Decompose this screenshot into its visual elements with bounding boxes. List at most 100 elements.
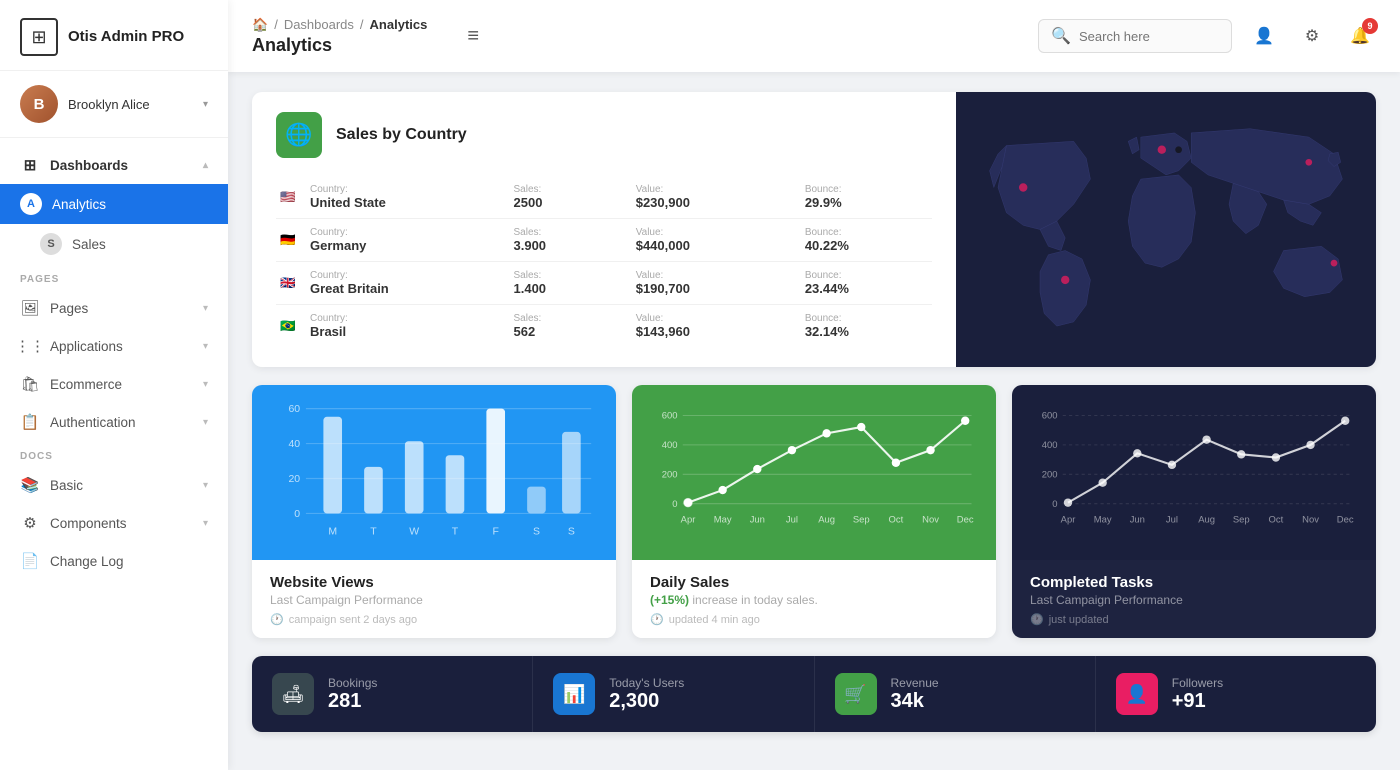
- website-views-chart: 60 40 20 0 M T: [252, 385, 616, 560]
- daily-sales-chart: 600 400 200 0: [632, 385, 996, 560]
- sidebar-item-analytics[interactable]: A Analytics: [0, 184, 228, 224]
- settings-icon[interactable]: ⚙: [1296, 20, 1328, 52]
- daily-sales-body: Daily Sales (+15%) increase in today sal…: [632, 560, 996, 638]
- basic-icon: 📚: [20, 475, 40, 495]
- breadcrumb-dashboards[interactable]: Dashboards: [284, 17, 354, 32]
- svg-text:Sep: Sep: [853, 515, 870, 526]
- completed-tasks-subtitle: Last Campaign Performance: [1030, 593, 1358, 607]
- world-map-area: [956, 92, 1376, 367]
- home-icon: 🏠: [252, 17, 268, 33]
- sidebar-item-pages[interactable]: 🖼 Pages ▾: [0, 289, 228, 327]
- completed-tasks-chart: 600 400 200 0: [1012, 385, 1376, 560]
- header: 🏠 / Dashboards / Analytics Analytics ≡ 🔍…: [228, 0, 1400, 72]
- completed-tasks-title: Completed Tasks: [1030, 574, 1358, 591]
- user-icon[interactable]: 👤: [1248, 20, 1280, 52]
- sidebar-item-basic[interactable]: 📚 Basic ▾: [0, 466, 228, 504]
- bookings-icon: 🛋: [272, 673, 314, 715]
- bookings-value: 281: [328, 690, 377, 713]
- search-input[interactable]: [1079, 29, 1219, 44]
- svg-text:May: May: [1094, 515, 1112, 526]
- sales-by-country-card: 🌐 Sales by Country 🇺🇸 Country: United St…: [252, 92, 1376, 367]
- bottom-stat-revenue: 🛒 Revenue 34k: [815, 656, 1096, 732]
- svg-text:Nov: Nov: [922, 515, 939, 526]
- sidebar-item-applications[interactable]: ⋮⋮ Applications ▾: [0, 327, 228, 365]
- flag-icon: 🇺🇸: [276, 176, 306, 219]
- chevron-down-icon: ▾: [203, 417, 208, 428]
- svg-text:Dec: Dec: [1337, 515, 1354, 526]
- svg-text:F: F: [493, 526, 499, 537]
- pages-section-label: PAGES: [0, 264, 228, 289]
- svg-text:S: S: [568, 526, 575, 537]
- bottom-stat-today_users: 📊 Today's Users 2,300: [533, 656, 814, 732]
- sidebar-item-components[interactable]: ⚙ Components ▾: [0, 504, 228, 542]
- svg-text:200: 200: [1042, 469, 1058, 480]
- flag-icon: 🇩🇪: [276, 219, 306, 262]
- svg-text:400: 400: [662, 440, 678, 451]
- logo-text: Otis Admin PRO: [68, 28, 184, 46]
- avatar: B: [20, 85, 58, 123]
- chevron-down-icon: ▾: [203, 379, 208, 390]
- sidebar-item-sales[interactable]: S Sales: [0, 224, 228, 264]
- hamburger-icon[interactable]: ≡: [467, 25, 479, 48]
- completed-tasks-body: Completed Tasks Last Campaign Performanc…: [1012, 560, 1376, 638]
- search-icon: 🔍: [1051, 26, 1071, 46]
- ecommerce-icon: 🛍: [20, 374, 40, 394]
- svg-text:200: 200: [662, 469, 678, 480]
- followers-value: +91: [1172, 690, 1223, 713]
- daily-sales-footer: 🕐 updated 4 min ago: [650, 613, 978, 626]
- chevron-down-icon: ▾: [203, 303, 208, 314]
- revenue-value: 34k: [891, 690, 939, 713]
- sidebar: ⊞ Otis Admin PRO B Brooklyn Alice ▾ ⊞ Da…: [0, 0, 228, 770]
- bookings-label: Bookings: [328, 676, 377, 690]
- sidebar-label-ecommerce: Ecommerce: [50, 377, 122, 392]
- components-icon: ⚙: [20, 513, 40, 533]
- flag-icon: 🇬🇧: [276, 262, 306, 305]
- table-row: 🇬🇧 Country: Great Britain Sales: 1.400 V…: [276, 262, 932, 305]
- sidebar-label-authentication: Authentication: [50, 415, 136, 430]
- completed-tasks-footer: 🕐 just updated: [1030, 613, 1358, 626]
- daily-sales-highlight: (+15%): [650, 593, 689, 607]
- svg-text:W: W: [409, 526, 419, 537]
- auth-icon: 📋: [20, 412, 40, 432]
- card-header: 🌐 Sales by Country: [276, 112, 932, 158]
- chevron-down-icon: ▾: [203, 480, 208, 491]
- svg-text:Nov: Nov: [1302, 515, 1319, 526]
- sidebar-label-sales: Sales: [72, 237, 106, 252]
- stats-row: 60 40 20 0 M T: [252, 385, 1376, 638]
- breadcrumb: 🏠 / Dashboards / Analytics: [252, 17, 427, 33]
- svg-text:Apr: Apr: [1061, 515, 1076, 526]
- notification-icon[interactable]: 🔔 9: [1344, 20, 1376, 52]
- chevron-up-icon: ▴: [203, 160, 208, 171]
- svg-text:60: 60: [288, 404, 300, 415]
- card-title: Sales by Country: [336, 126, 467, 144]
- today_users-label: Today's Users: [609, 676, 684, 690]
- sidebar-item-authentication[interactable]: 📋 Authentication ▾: [0, 403, 228, 441]
- website-views-title: Website Views: [270, 574, 598, 591]
- clock-icon: 🕐: [1030, 613, 1044, 626]
- sidebar-item-ecommerce[interactable]: 🛍 Ecommerce ▾: [0, 365, 228, 403]
- clock-icon: 🕐: [270, 613, 284, 626]
- revenue-icon: 🛒: [835, 673, 877, 715]
- today_users-value: 2,300: [609, 690, 684, 713]
- sidebar-label-changelog: Change Log: [50, 554, 124, 569]
- svg-text:0: 0: [672, 499, 677, 510]
- sidebar-item-changelog[interactable]: 📄 Change Log: [0, 542, 228, 580]
- user-profile[interactable]: B Brooklyn Alice ▾: [0, 71, 228, 138]
- sidebar-label-applications: Applications: [50, 339, 123, 354]
- svg-text:600: 600: [1042, 411, 1058, 422]
- sidebar-item-dashboards[interactable]: ⊞ Dashboards ▴: [0, 146, 228, 184]
- sales-table-area: 🌐 Sales by Country 🇺🇸 Country: United St…: [252, 92, 956, 367]
- dashboards-icon: ⊞: [20, 155, 40, 175]
- bottom-stats-bar: 🛋 Bookings 281 📊 Today's Users 2,300 🛒 R…: [252, 656, 1376, 732]
- followers-label: Followers: [1172, 676, 1223, 690]
- sidebar-label-components: Components: [50, 516, 127, 531]
- sidebar-label-basic: Basic: [50, 478, 83, 493]
- svg-text:M: M: [328, 526, 337, 537]
- svg-text:Apr: Apr: [681, 515, 696, 526]
- notification-badge: 9: [1362, 18, 1378, 34]
- analytics-badge: A: [20, 193, 42, 215]
- website-views-subtitle: Last Campaign Performance: [270, 593, 598, 607]
- svg-text:40: 40: [288, 439, 300, 450]
- search-box[interactable]: 🔍: [1038, 19, 1232, 53]
- table-row: 🇺🇸 Country: United State Sales: 2500 Val…: [276, 176, 932, 219]
